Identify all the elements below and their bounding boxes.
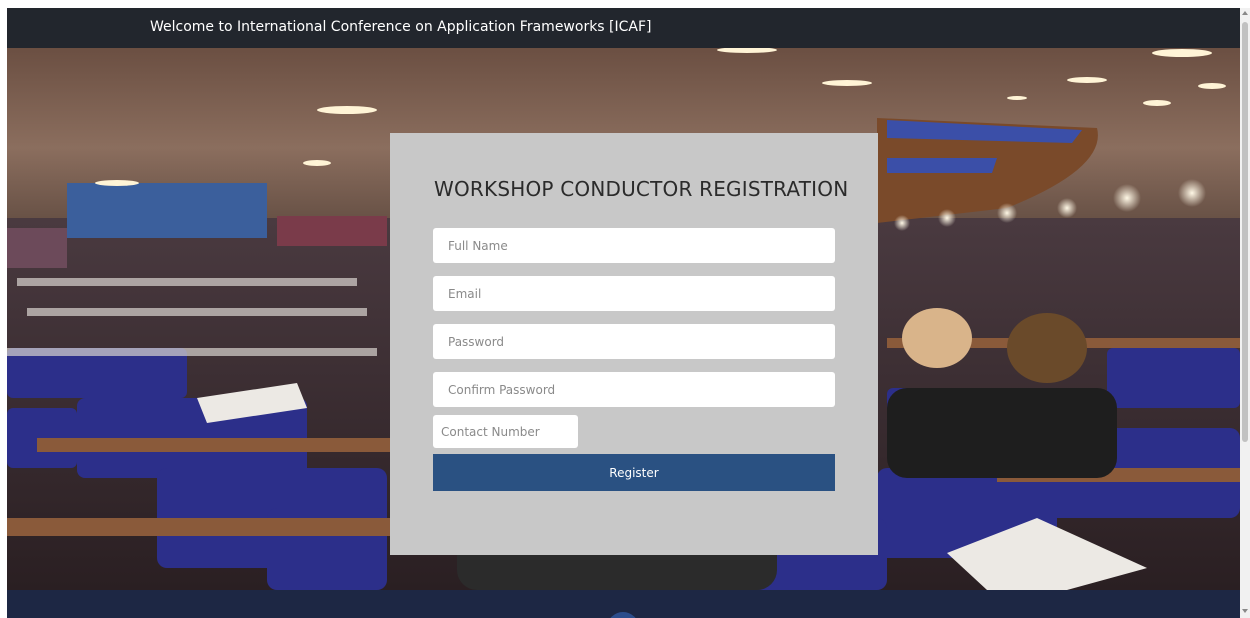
scroll-down-arrow-icon[interactable] — [1242, 609, 1248, 613]
password-input[interactable] — [433, 324, 835, 359]
site-welcome-title: Welcome to International Conference on A… — [150, 19, 652, 35]
scroll-up-arrow-icon[interactable] — [1242, 11, 1248, 15]
scroll-top-circle[interactable] — [607, 612, 639, 618]
email-input[interactable] — [433, 276, 835, 311]
register-button[interactable]: Register — [433, 454, 835, 491]
browser-viewport: Welcome to International Conference on A… — [7, 8, 1240, 618]
page-scrollbar[interactable] — [1240, 8, 1250, 618]
registration-form-card: WORKSHOP CONDUCTOR REGISTRATION Register — [390, 133, 878, 555]
confirm-password-input[interactable] — [433, 372, 835, 407]
contact-number-input[interactable] — [433, 415, 578, 448]
full-name-input[interactable] — [433, 228, 835, 263]
footer-strip — [7, 590, 1240, 618]
top-navbar: Welcome to International Conference on A… — [7, 8, 1240, 48]
conference-hall-background: WORKSHOP CONDUCTOR REGISTRATION Register — [7, 48, 1240, 590]
scrollbar-thumb[interactable] — [1242, 22, 1248, 442]
form-title: WORKSHOP CONDUCTOR REGISTRATION — [434, 177, 849, 201]
